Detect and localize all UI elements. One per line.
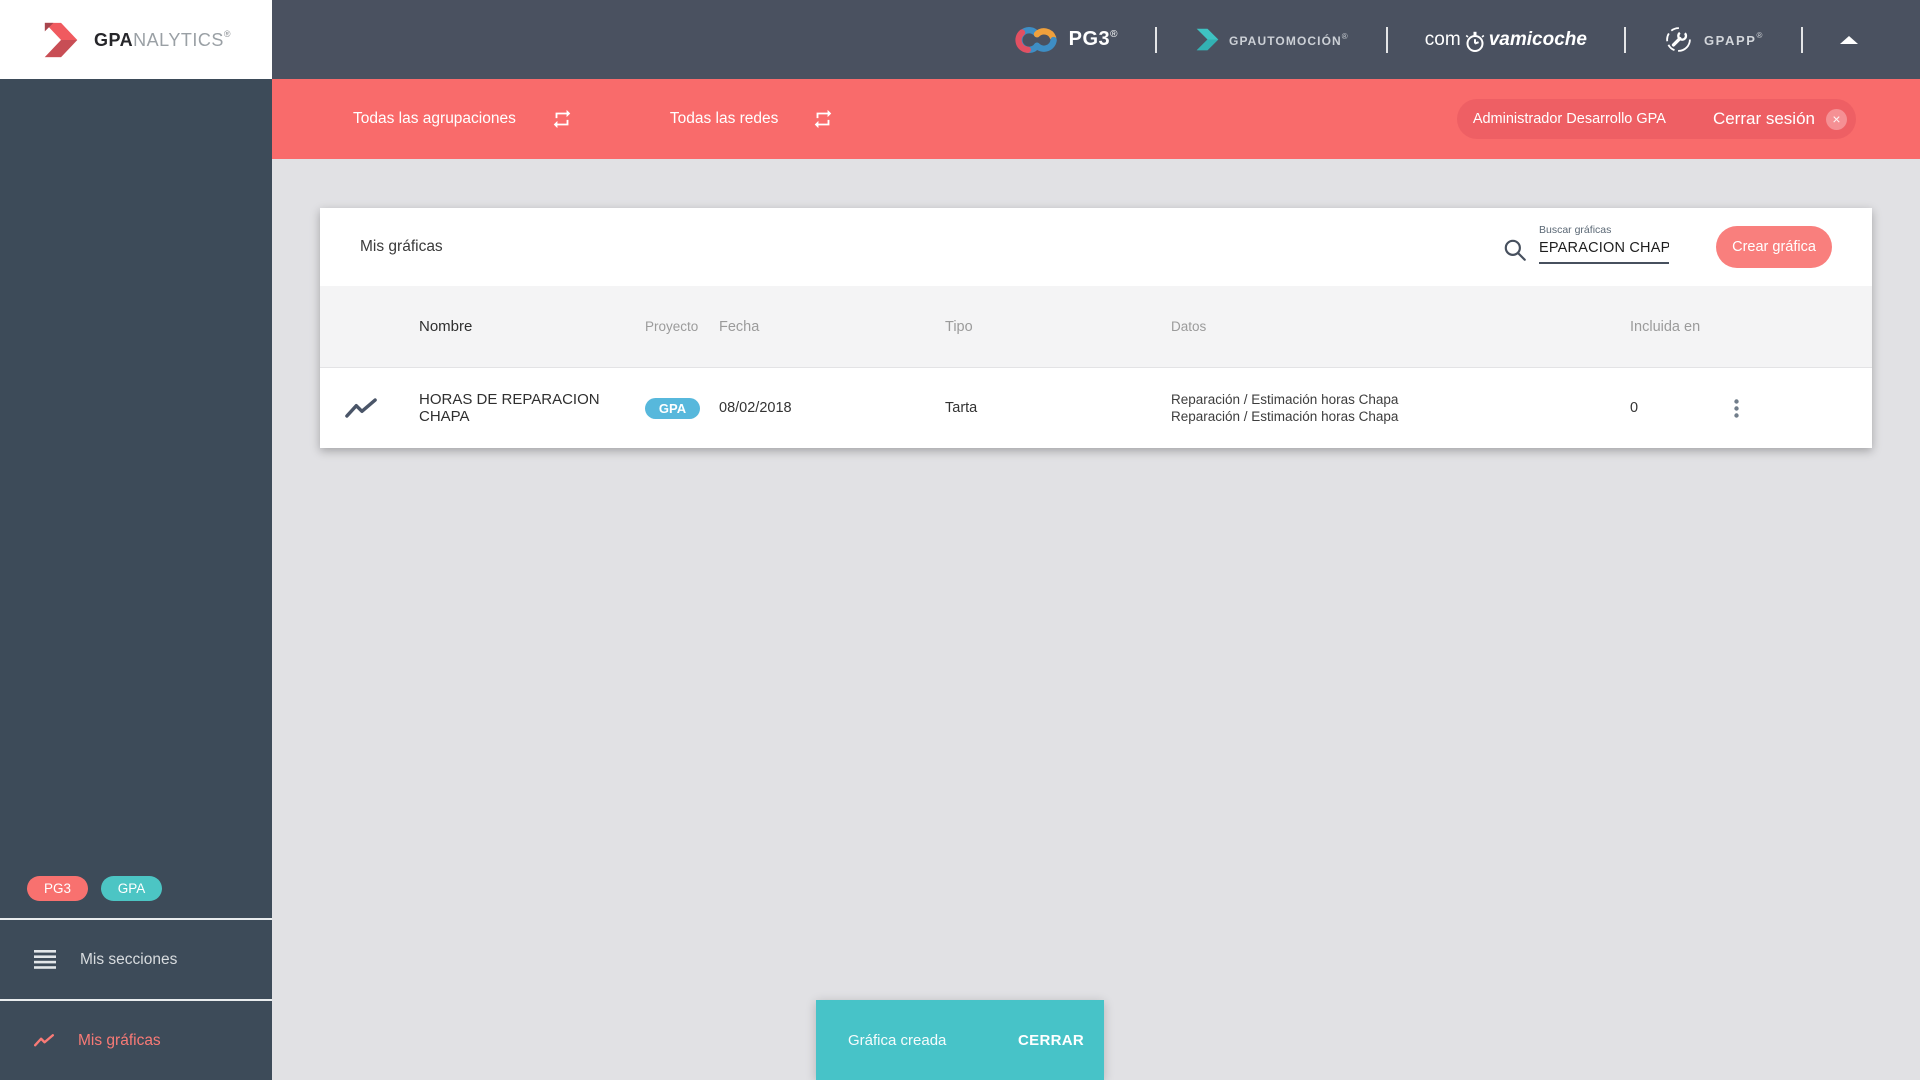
card-header-actions: Buscar gráficas Crear gráfica (1502, 224, 1832, 268)
brand-reg: ® (223, 28, 231, 39)
row-data-cell: Reparación / Estimación horas Chapa Repa… (1171, 391, 1630, 425)
project-badge: GPA (645, 397, 700, 419)
app-logo: GPANALYTICS® (0, 0, 272, 79)
gpa-badge: GPA (101, 876, 162, 901)
comprovamicoche-pre: com (1424, 28, 1461, 50)
logo-divider (1385, 26, 1388, 53)
brand-wordmark: GPANALYTICS® (94, 29, 231, 51)
row-included-in: 0 (1630, 400, 1639, 416)
gpapp-logo: GPAPP® (1663, 24, 1764, 55)
row-project-cell: GPA (645, 397, 719, 419)
line-chart-icon (345, 397, 377, 418)
networks-filter[interactable]: Todas las redes (670, 110, 779, 128)
row-type: Tarta (945, 400, 978, 416)
comprovamicoche-logo: com vamicoche (1425, 28, 1587, 52)
sidebar-item-mis-graficas[interactable]: Mis gráficas (0, 1001, 272, 1080)
card-header: Mis gráficas Buscar gráficas Crear gráfi… (320, 208, 1872, 286)
user-session-pill: Administrador Desarrollo GPA Cerrar sesi… (1456, 99, 1856, 139)
pg3-logo: PG3® (1014, 25, 1118, 55)
pg3-badge: PG3 (27, 876, 88, 901)
logo-divider (1155, 26, 1158, 53)
brand-light: NALYTICS (133, 29, 224, 50)
row-actions-cell (1717, 398, 1872, 418)
gpapp-label: GPAPP® (1703, 31, 1764, 48)
pg3-label: PG3® (1068, 28, 1119, 50)
gpautomocion-arrow-icon (1196, 28, 1219, 51)
charts-card: Mis gráficas Buscar gráficas Crear gráfi… (320, 208, 1872, 448)
column-datos: Datos (1171, 319, 1207, 334)
swap-groupings-icon[interactable] (551, 108, 573, 130)
column-nombre: Nombre (419, 318, 473, 335)
filter-bar: Todas las agrupaciones Todas las redes A… (272, 79, 1920, 159)
line-chart-icon (34, 1034, 54, 1047)
column-incluida-en: Incluida en (1630, 318, 1701, 335)
wrench-gear-icon (1666, 27, 1691, 52)
logo-divider (1801, 26, 1803, 53)
sidebar-item-label: Mis secciones (80, 950, 178, 968)
toast-message: Gráfica creada (848, 1031, 947, 1049)
sidebar-bottom: PG3 GPA Mis secciones Mis gráficas (0, 859, 272, 1080)
swap-networks-icon[interactable] (812, 108, 834, 130)
gpautomocion-label: GPAUTOMOCIÓN® (1229, 31, 1349, 48)
search-field-label: Buscar gráficas (1539, 223, 1612, 236)
row-data-line: Reparación / Estimación horas Chapa (1171, 409, 1399, 424)
page-title: Mis gráficas (360, 238, 443, 255)
groupings-filter[interactable]: Todas las agrupaciones (353, 110, 516, 128)
gpa-analytics-logo-icon (44, 22, 78, 57)
gpautomocion-logo: GPAUTOMOCIÓN® (1194, 26, 1349, 53)
main-content: Mis gráficas Buscar gráficas Crear gráfi… (272, 159, 1920, 1080)
column-tipo: Tipo (945, 318, 973, 335)
collapse-caret-icon[interactable] (1840, 35, 1858, 44)
row-data-line: Reparación / Estimación horas Chapa (1171, 392, 1399, 407)
table-row[interactable]: HORAS DE REPARACION CHAPA GPA 08/02/2018… (320, 368, 1872, 448)
sidebar-item-label: Mis gráficas (78, 1031, 161, 1049)
search-input[interactable] (1539, 239, 1669, 264)
table-header: Nombre Proyecto Fecha Tipo Datos Incluid… (320, 286, 1872, 368)
row-type-icon-cell (320, 397, 419, 419)
top-bar: GPANALYTICS® PG3® GPAUTOMOCIÓN® com vami… (0, 0, 1920, 79)
search-icon[interactable] (1502, 237, 1528, 263)
brand-bold: GPA (94, 29, 134, 50)
snackbar-toast: Gráfica creada CERRAR (816, 1000, 1104, 1080)
sidebar: PG3 GPA Mis secciones Mis gráficas (0, 79, 272, 1080)
logo-divider (1623, 26, 1626, 53)
column-fecha: Fecha (719, 318, 760, 335)
column-proyecto: Proyecto (645, 319, 699, 334)
comprovamicoche-post: vamicoche (1488, 28, 1587, 50)
sidebar-badges: PG3 GPA (0, 859, 272, 918)
logout-x-icon[interactable]: × (1826, 108, 1847, 130)
logout-button[interactable]: Cerrar sesión (1713, 109, 1815, 129)
list-icon (34, 950, 56, 969)
sidebar-item-mis-secciones[interactable]: Mis secciones (0, 920, 272, 999)
pg3-infinity-icon (1015, 26, 1057, 53)
stopwatch-icon (1465, 31, 1485, 52)
row-menu-kebab-icon[interactable] (1734, 398, 1739, 418)
row-name: HORAS DE REPARACION CHAPA (419, 391, 600, 425)
row-date: 08/02/2018 (719, 400, 792, 416)
toast-close-button[interactable]: CERRAR (1012, 1031, 1090, 1050)
search-field-wrap: Buscar gráficas (1539, 224, 1669, 264)
create-chart-button[interactable]: Crear gráfica (1716, 226, 1832, 268)
user-name: Administrador Desarrollo GPA (1472, 111, 1666, 127)
partner-logos: PG3® GPAUTOMOCIÓN® com vamicoche GPAPP® (1014, 0, 1858, 79)
